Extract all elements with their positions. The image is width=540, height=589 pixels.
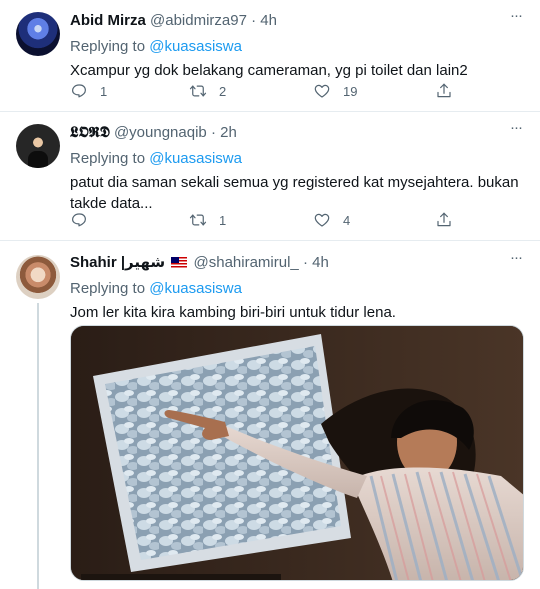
retweet-count: 2 [219, 83, 227, 99]
timestamp[interactable]: 4h [312, 254, 329, 271]
tweet-header: Abid Mirza @abidmirza97 · 4h [70, 10, 526, 31]
share-icon [437, 83, 451, 98]
tweet-text: Jom ler kita kira kambing biri-biri untu… [70, 304, 396, 321]
separator-dot: · [302, 254, 308, 271]
replying-to: Replying to @kuasasiswa [70, 36, 526, 57]
retweet-button[interactable]: 1 [189, 210, 226, 230]
retweet-button[interactable]: 2 [189, 81, 226, 101]
separator-dot: · [251, 12, 257, 29]
avatar[interactable] [16, 12, 60, 56]
like-button[interactable]: 4 [313, 210, 350, 230]
like-icon [314, 213, 330, 227]
retweet-count: 1 [219, 212, 227, 228]
display-name[interactable]: 𝕷𝕺𝕽𝕯 [70, 124, 110, 141]
timestamp[interactable]: 4h [260, 12, 277, 29]
share-icon [437, 212, 451, 227]
tweet[interactable]: 𝕷𝕺𝕽𝕯 @youngnaqib · 2h ··· Replying to @k… [0, 112, 540, 241]
more-icon[interactable]: ··· [506, 250, 526, 272]
more-icon[interactable]: ··· [506, 120, 526, 142]
like-button[interactable]: 19 [313, 81, 357, 101]
like-icon [314, 84, 330, 98]
user-handle[interactable]: @youngnaqib [114, 124, 207, 141]
share-button[interactable] [435, 81, 453, 101]
timestamp[interactable]: 2h [220, 124, 237, 141]
tweet[interactable]: Shahir |شهير @shahiramirul_ · 4h ··· Rep… [0, 241, 540, 589]
reply-button[interactable]: 1 [70, 81, 107, 101]
reply-button[interactable] [70, 210, 88, 230]
share-button[interactable] [435, 210, 453, 230]
tweet-content: Shahir |شهير @shahiramirul_ · 4h ··· Rep… [70, 250, 526, 323]
retweet-icon [189, 214, 207, 226]
separator-dot: · [210, 124, 216, 141]
user-handle[interactable]: @abidmirza97 [150, 12, 247, 29]
tv-sheep-photo [71, 326, 523, 580]
tweet-content: Abid Mirza @abidmirza97 · 4h ··· Replyin… [70, 8, 526, 81]
tweet-content: 𝕷𝕺𝕽𝕯 @youngnaqib · 2h ··· Replying to @k… [70, 120, 526, 214]
mention-link[interactable]: @kuasasiswa [149, 38, 242, 55]
display-name[interactable]: Shahir |شهير [70, 254, 165, 271]
tweet-text: patut dia saman sekali semua yg register… [70, 174, 523, 212]
replying-to: Replying to @kuasasiswa [70, 278, 526, 299]
tweet-media-image[interactable] [70, 325, 524, 581]
mention-link[interactable]: @kuasasiswa [149, 150, 242, 167]
user-handle[interactable]: @shahiramirul_ [194, 254, 299, 271]
retweet-icon [189, 85, 207, 97]
like-count: 4 [343, 212, 351, 228]
reply-icon [72, 213, 86, 227]
tweet-header: Shahir |شهير @shahiramirul_ · 4h [70, 252, 526, 273]
tweet-text: Xcampur yg dok belakang cameraman, yg pi… [70, 62, 468, 79]
tweet[interactable]: Abid Mirza @abidmirza97 · 4h ··· Replyin… [0, 0, 540, 112]
avatar[interactable] [16, 255, 60, 299]
replying-to-label: Replying to [70, 150, 146, 167]
malaysia-flag-icon [171, 257, 188, 268]
reply-count: 1 [100, 83, 108, 99]
replying-to: Replying to @kuasasiswa [70, 148, 526, 169]
avatar[interactable] [16, 124, 60, 168]
display-name[interactable]: Abid Mirza [70, 12, 146, 29]
mention-link[interactable]: @kuasasiswa [149, 280, 242, 297]
replying-to-label: Replying to [70, 280, 146, 297]
like-count: 19 [343, 83, 358, 99]
replying-to-label: Replying to [70, 38, 146, 55]
tweet-header: 𝕷𝕺𝕽𝕯 @youngnaqib · 2h [70, 122, 526, 143]
thread-line [37, 303, 39, 589]
reply-icon [72, 84, 86, 98]
more-icon[interactable]: ··· [506, 8, 526, 30]
